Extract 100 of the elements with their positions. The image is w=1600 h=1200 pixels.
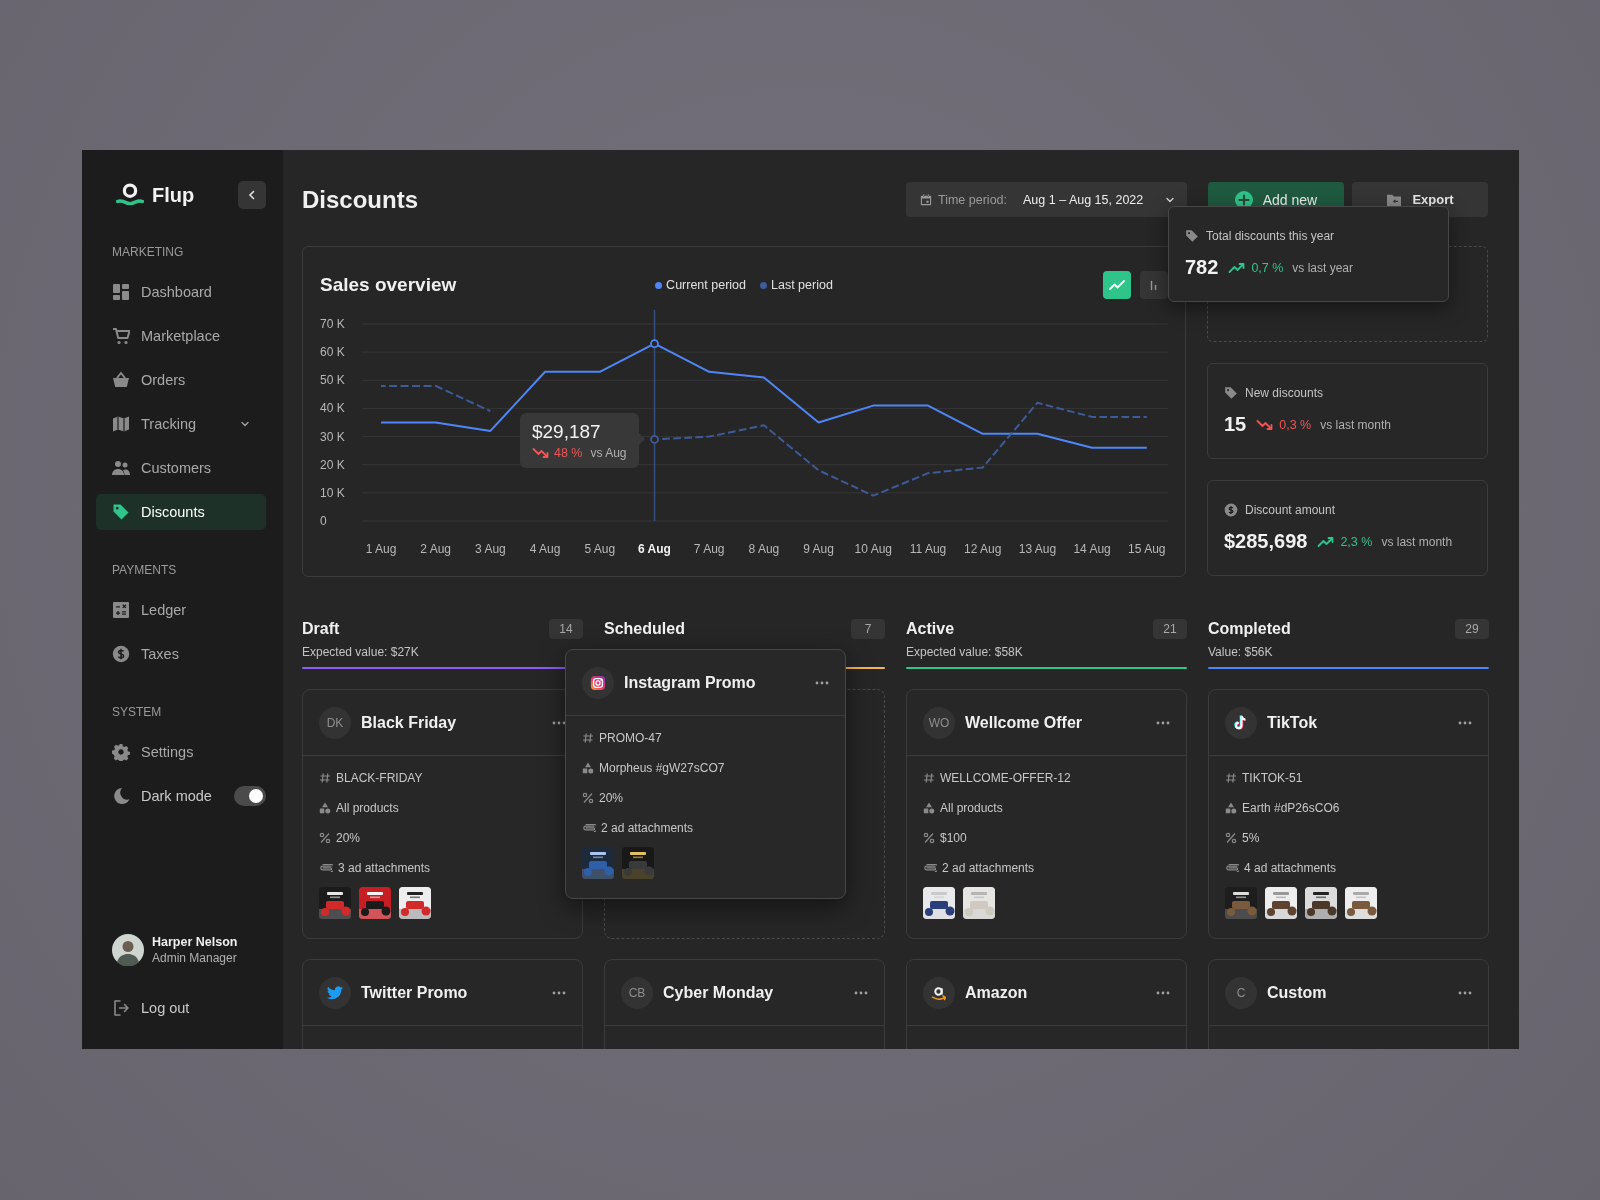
stat-value: 15 (1224, 413, 1247, 436)
nav-item[interactable]: Tracking (96, 406, 266, 442)
stat-label: Discount amount (1245, 503, 1336, 517)
nav-item[interactable]: Taxes (96, 636, 266, 672)
axis-label: 60 K (320, 345, 345, 360)
nav-item[interactable]: Settings (96, 734, 266, 770)
more-icon[interactable] (1156, 990, 1170, 995)
avatar: WO (923, 706, 955, 739)
column-title: Completed (1208, 620, 1291, 638)
percent-icon (582, 792, 594, 804)
column-subtitle: Value: $56K (1208, 645, 1274, 661)
axis-label: 14 Aug (1073, 542, 1111, 556)
axis-label: 10 K (320, 485, 345, 500)
tag-icon (1185, 229, 1199, 243)
attachment-count: 2 ad attachments (942, 861, 1035, 875)
axis-label: 20 K (320, 457, 345, 472)
axis-label: 8 Aug (748, 542, 780, 556)
discount-card[interactable]: TikTok TIKTOK-51 Earth #dP26sCO6 5% 4 ad attachments (1208, 689, 1489, 939)
avatar: DK (319, 706, 351, 739)
product-scope: All products (940, 801, 1003, 815)
period-picker[interactable]: Time period: Aug 1 – Aug 15, 2022 (906, 182, 1187, 217)
more-icon[interactable] (552, 990, 566, 995)
discount-card[interactable]: Twitter Promo (302, 959, 583, 1049)
discount-code: WELLCOME-OFFER-12 (940, 771, 1071, 785)
axis-label: 10 Aug (854, 542, 892, 556)
count-badge: 29 (1455, 619, 1489, 639)
user-name: Harper Nelson (152, 935, 238, 949)
compare-label: vs Aug (590, 446, 627, 461)
discount-value: 20% (336, 831, 361, 845)
logout-button[interactable]: Log out (96, 990, 266, 1026)
percent-icon (319, 832, 331, 844)
nav-item[interactable]: Ledger (96, 592, 266, 628)
line-view-button[interactable] (1103, 271, 1131, 299)
more-icon[interactable] (1156, 720, 1170, 725)
people-icon (112, 459, 130, 477)
hash-icon (582, 732, 594, 744)
column-title: Active (906, 620, 955, 638)
dragged-card-tooltip[interactable]: Instagram Promo PROMO-47 Morpheus #gW27sCO7 20% 2 ad attachments (565, 649, 846, 899)
section-label: PAYMENTS (111, 563, 178, 577)
nav-item[interactable]: Discounts (96, 494, 266, 530)
more-icon[interactable] (815, 680, 829, 685)
basket-icon (112, 371, 130, 389)
discount-card[interactable]: C Custom (1208, 959, 1489, 1049)
discount-card[interactable]: CB Cyber Monday (604, 959, 885, 1049)
data-point (650, 435, 659, 444)
product-scope: All products (336, 801, 399, 815)
attachment-count: 2 ad attachments (601, 821, 694, 835)
percent-icon (923, 832, 935, 844)
axis-label: 5 Aug (584, 542, 616, 556)
nav-item[interactable]: Orders (96, 362, 266, 398)
toggle-switch[interactable] (234, 786, 266, 806)
nav-item[interactable]: Dashboard (96, 274, 266, 310)
legend-label: Last period (771, 278, 833, 292)
avatar: CB (621, 976, 653, 1009)
nav-item[interactable]: Marketplace (96, 318, 266, 354)
compare-label: vs last month (1381, 534, 1453, 549)
discount-card[interactable]: WO Wellcome Offer WELLCOME-OFFER-12 All products $100 2 ad attachments (906, 689, 1187, 939)
card-title: Custom (1267, 983, 1328, 1002)
more-icon[interactable] (1458, 720, 1472, 725)
paperclip-icon (319, 863, 333, 873)
change-value: 0,7 % (1251, 260, 1284, 275)
discount-value: 20% (599, 791, 624, 805)
more-icon[interactable] (552, 720, 566, 725)
axis-label: 6 Aug (638, 542, 671, 556)
change-value: 48 % (553, 446, 583, 461)
paperclip-icon (923, 863, 937, 873)
logout-icon (112, 999, 130, 1017)
axis-label: 50 K (320, 373, 345, 388)
paperclip-icon (582, 823, 596, 833)
more-icon[interactable] (1458, 990, 1472, 995)
calendar-icon (920, 193, 932, 206)
count-badge: 7 (851, 619, 885, 639)
discount-code: PROMO-47 (599, 731, 662, 745)
count-badge: 14 (549, 619, 583, 639)
line-chart-icon (1109, 279, 1125, 291)
bird-icon (326, 984, 344, 1001)
column-title: Draft (302, 620, 340, 638)
axis-label: 2 Aug (420, 542, 452, 556)
card-title: TikTok (1267, 713, 1319, 732)
card-title: Wellcome Offer (965, 713, 1084, 732)
axis-label: 12 Aug (964, 542, 1002, 556)
discount-card[interactable]: Amazon (906, 959, 1187, 1049)
dollar-icon (1224, 503, 1238, 517)
card-title: Twitter Promo (361, 983, 469, 1002)
dollar-icon (112, 645, 130, 663)
attachment-count: 3 ad attachments (338, 861, 431, 875)
axis-label: 1 Aug (365, 542, 397, 556)
more-icon[interactable] (854, 990, 868, 995)
avatar: C (1225, 976, 1257, 1009)
shapes-icon (1225, 802, 1237, 814)
settings-icon (112, 743, 130, 761)
collapse-button[interactable] (238, 181, 266, 209)
discount-card[interactable]: DK Black Friday BLACK-FRIDAY All products 20% 3 ad attachments (302, 689, 583, 939)
discount-value: 5% (1242, 831, 1260, 845)
product-scope: Morpheus #gW27sCO7 (599, 761, 725, 775)
chart-title: Sales overview (320, 274, 458, 296)
nav-item[interactable]: Customers (96, 450, 266, 486)
section-label: SYSTEM (111, 705, 163, 719)
change-value: 2,3 % (1340, 534, 1373, 549)
page-title: Discounts (302, 185, 419, 214)
